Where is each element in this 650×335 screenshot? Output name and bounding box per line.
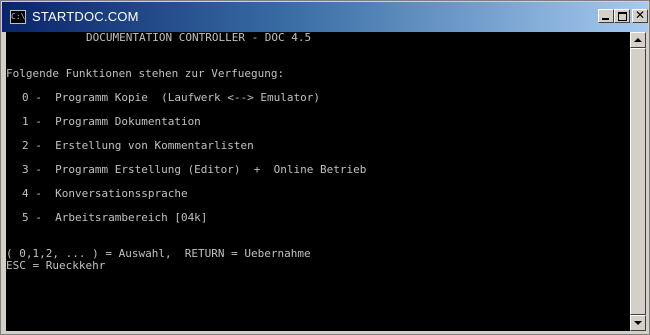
window-title: STARTDOC.COM bbox=[32, 9, 139, 24]
scroll-thumb[interactable] bbox=[630, 48, 646, 315]
escape-hint: ESC = Rueckkehr bbox=[6, 259, 106, 272]
menu-item-0: 0 - Programm Kopie (Laufwerk <--> Emulat… bbox=[22, 91, 321, 104]
arrow-up-icon bbox=[634, 38, 642, 42]
arrow-down-icon bbox=[634, 321, 642, 325]
menu-item-4: 4 - Konversationssprache bbox=[22, 187, 188, 200]
console-icon[interactable]: C:\ bbox=[10, 10, 26, 24]
menu-item-1: 1 - Programm Dokumentation bbox=[22, 115, 201, 128]
close-button[interactable]: ✕ bbox=[632, 8, 648, 23]
console-output[interactable]: DOCUMENTATION CONTROLLER - DOC 4.5 Folge… bbox=[6, 32, 630, 331]
scroll-up-button[interactable] bbox=[630, 32, 646, 48]
vertical-scrollbar[interactable] bbox=[630, 32, 646, 331]
menu-item-2: 2 - Erstellung von Kommentarlisten bbox=[22, 139, 254, 152]
maximize-button[interactable] bbox=[614, 9, 630, 23]
menu-item-3: 3 - Programm Erstellung (Editor) + Onlin… bbox=[22, 163, 367, 176]
scroll-down-button[interactable] bbox=[630, 315, 646, 331]
console-window: C:\ STARTDOC.COM ✕ DOCUMENTATION CONTROL… bbox=[0, 0, 650, 335]
maximize-icon bbox=[618, 12, 627, 21]
minimize-icon bbox=[602, 18, 609, 20]
console-header: DOCUMENTATION CONTROLLER - DOC 4.5 bbox=[86, 32, 312, 44]
menu-item-5: 5 - Arbeitsrambereich [04k] bbox=[22, 211, 208, 224]
console-intro: Folgende Funktionen stehen zur Verfuegun… bbox=[6, 67, 285, 80]
minimize-button[interactable] bbox=[598, 9, 614, 23]
title-bar[interactable]: C:\ STARTDOC.COM ✕ bbox=[2, 2, 648, 32]
close-icon: ✕ bbox=[634, 8, 646, 22]
